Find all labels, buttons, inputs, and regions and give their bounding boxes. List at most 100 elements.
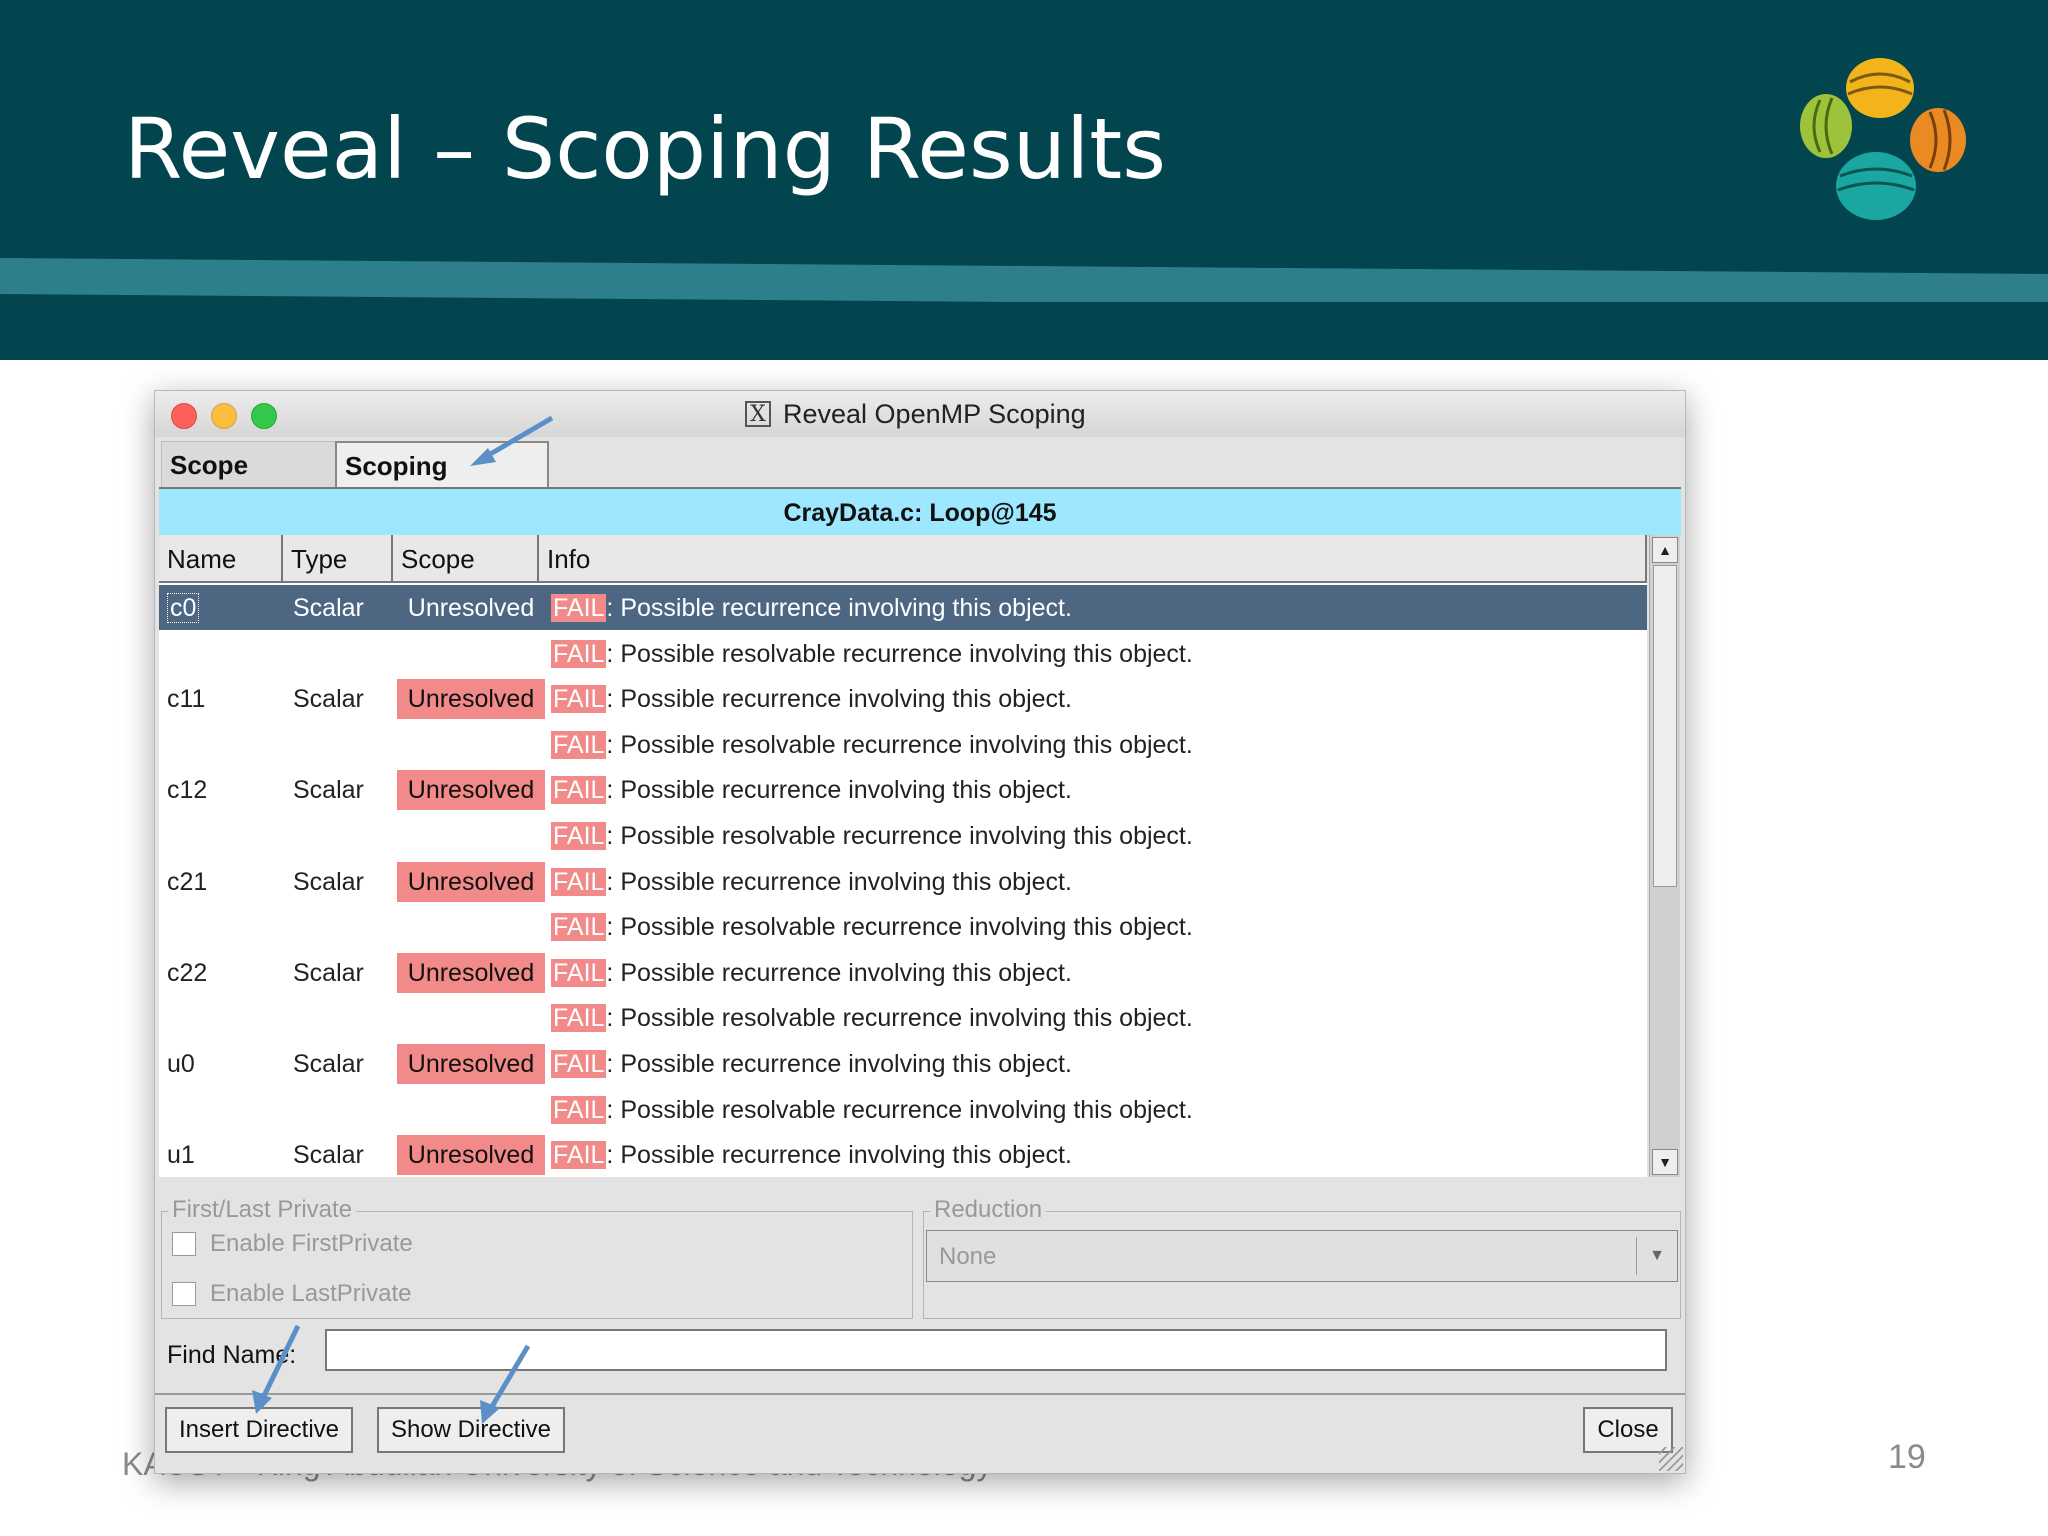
fail-badge: FAIL xyxy=(551,594,607,622)
scroll-down-icon[interactable]: ▼ xyxy=(1652,1149,1678,1175)
row-info: FAIL: Possible recurrence involving this… xyxy=(551,865,1072,899)
resize-grip-icon[interactable] xyxy=(1659,1447,1683,1471)
enable-firstprivate-row[interactable]: Enable FirstPrivate xyxy=(172,1230,413,1258)
page-number: 19 xyxy=(1888,1438,1926,1476)
row-scope-badge: Unresolved xyxy=(407,594,535,622)
row-name: u1 xyxy=(167,1138,195,1172)
tab-bar: Scope Loops Scoping Results xyxy=(155,437,1685,527)
table-row[interactable]: c11 Scalar Unresolved FAIL: Possible recurr… xyxy=(159,676,1647,721)
row-name: c21 xyxy=(167,865,207,899)
table-row[interactable]: FAIL: Possible resolvable recurrence inv… xyxy=(159,813,1647,858)
row-info-text: : Possible resolvable recurrence involvi… xyxy=(606,639,1193,668)
row-scope-badge xyxy=(397,728,545,762)
window-maximize-icon[interactable] xyxy=(251,403,277,429)
button-separator xyxy=(155,1393,1685,1395)
col-header-info[interactable]: Info xyxy=(539,535,1647,583)
row-info-text: : Possible recurrence involving this obj… xyxy=(606,776,1072,805)
row-info-text: : Possible recurrence involving this obj… xyxy=(606,594,1072,622)
col-header-scope[interactable]: Scope xyxy=(393,535,539,583)
fail-badge: FAIL xyxy=(551,1050,607,1078)
row-name-text: u1 xyxy=(167,1141,195,1170)
row-info: FAIL: Possible resolvable recurrence inv… xyxy=(551,637,1193,671)
table-row[interactable]: c0 Scalar Unresolved FAIL: Possible recurre… xyxy=(159,585,1647,630)
show-directive-button[interactable]: Show Directive xyxy=(377,1407,565,1453)
row-scope-badge xyxy=(397,819,545,853)
x11-icon: X xyxy=(745,401,771,427)
find-name-input[interactable] xyxy=(325,1329,1667,1371)
reduction-group: Reduction None ▼ xyxy=(923,1196,1681,1319)
fail-badge: FAIL xyxy=(551,1004,607,1033)
row-type: Scalar xyxy=(293,776,364,805)
row-info: FAIL: Possible recurrence involving this… xyxy=(551,682,1072,716)
row-scope-badge: Unresolved xyxy=(397,679,545,720)
row-name: c22 xyxy=(167,956,207,990)
row-scope-badge: Unresolved xyxy=(397,1044,545,1084)
results-table: Name Type Scope Info c0 Scalar Unresolved F… xyxy=(159,535,1647,1177)
tab-scope-loops[interactable]: Scope Loops xyxy=(161,441,335,526)
first-last-private-legend: First/Last Private xyxy=(168,1196,357,1224)
row-name-text: c11 xyxy=(167,685,206,714)
find-name-label: Find Name: xyxy=(167,1341,297,1369)
table-row[interactable]: FAIL: Possible resolvable recurrence inv… xyxy=(159,995,1647,1040)
slide-header: Reveal – Scoping Results xyxy=(0,0,2048,360)
scroll-up-icon[interactable]: ▲ xyxy=(1652,537,1678,563)
kaust-logo-icon xyxy=(1800,58,1966,220)
row-info: FAIL: Possible recurrence involving this… xyxy=(551,956,1072,990)
chevron-down-icon[interactable]: ▼ xyxy=(1636,1237,1677,1275)
col-header-type[interactable]: Type xyxy=(283,535,393,583)
table-row[interactable]: FAIL: Possible resolvable recurrence inv… xyxy=(159,904,1647,949)
table-row[interactable]: FAIL: Possible resolvable recurrence inv… xyxy=(159,722,1647,767)
fail-badge: FAIL xyxy=(551,822,607,850)
row-type: Scalar xyxy=(293,1141,364,1170)
row-info-text: : Possible resolvable recurrence involvi… xyxy=(606,913,1193,942)
col-header-name[interactable]: Name xyxy=(159,535,283,583)
row-scope-badge xyxy=(397,1001,545,1035)
row-name-text: c21 xyxy=(167,867,208,896)
vertical-scrollbar[interactable]: ▲ ▼ xyxy=(1649,535,1680,1177)
row-name-text: c22 xyxy=(167,958,208,987)
row-name: c12 xyxy=(167,773,207,807)
fail-badge: FAIL xyxy=(551,685,607,714)
row-name: u0 xyxy=(167,1047,195,1081)
row-name: c0 xyxy=(167,591,200,625)
table-row[interactable]: u0 Scalar Unresolved FAIL: Possible recurre… xyxy=(159,1041,1647,1086)
window-close-icon[interactable] xyxy=(171,403,197,429)
table-row[interactable]: u1 Scalar Unresolved FAIL: Possible recurre… xyxy=(159,1132,1647,1177)
enable-firstprivate-checkbox[interactable] xyxy=(172,1232,196,1256)
row-scope-badge: Unresolved xyxy=(397,1135,545,1176)
row-info: FAIL: Possible recurrence involving this… xyxy=(551,591,1072,625)
table-row[interactable]: FAIL: Possible resolvable recurrence inv… xyxy=(159,631,1647,676)
row-info: FAIL: Possible resolvable recurrence inv… xyxy=(551,819,1193,853)
fail-badge: FAIL xyxy=(551,1141,607,1170)
row-info: FAIL: Possible resolvable recurrence inv… xyxy=(551,1001,1193,1035)
row-info-text: : Possible resolvable recurrence involvi… xyxy=(606,822,1193,850)
tab-scoping-results[interactable]: Scoping Results xyxy=(335,441,549,527)
row-type: Scalar xyxy=(293,685,364,714)
enable-lastprivate-row[interactable]: Enable LastPrivate xyxy=(172,1280,411,1308)
table-row[interactable]: c21 Scalar Unresolved FAIL: Possible recurr… xyxy=(159,859,1647,904)
row-scope-badge xyxy=(397,1093,545,1127)
row-info: FAIL: Possible resolvable recurrence inv… xyxy=(551,728,1193,762)
row-type: Scalar xyxy=(293,867,364,896)
loop-header: CrayData.c: Loop@145 xyxy=(159,487,1681,537)
enable-lastprivate-checkbox[interactable] xyxy=(172,1282,196,1306)
fail-badge: FAIL xyxy=(551,958,607,987)
row-info-text: : Possible resolvable recurrence involvi… xyxy=(606,730,1193,759)
row-info: FAIL: Possible resolvable recurrence inv… xyxy=(551,910,1193,944)
row-info-text: : Possible recurrence involving this obj… xyxy=(606,685,1072,714)
fail-badge: FAIL xyxy=(551,776,607,805)
window-titlebar[interactable]: X Reveal OpenMP Scoping xyxy=(155,391,1685,438)
insert-directive-button[interactable]: Insert Directive xyxy=(165,1407,353,1453)
row-name-text: u0 xyxy=(167,1050,195,1078)
row-info: FAIL: Possible recurrence involving this… xyxy=(551,1138,1072,1172)
scroll-thumb[interactable] xyxy=(1653,565,1677,887)
window-minimize-icon[interactable] xyxy=(211,403,237,429)
table-row[interactable]: c12 Scalar Unresolved FAIL: Possible recurr… xyxy=(159,767,1647,812)
table-row[interactable]: FAIL: Possible resolvable recurrence inv… xyxy=(159,1087,1647,1132)
reduction-select[interactable]: None ▼ xyxy=(926,1230,1678,1282)
fail-badge: FAIL xyxy=(551,1095,607,1124)
row-info-text: : Possible resolvable recurrence involvi… xyxy=(606,1095,1193,1124)
header-band xyxy=(0,302,2048,354)
table-row[interactable]: c22 Scalar Unresolved FAIL: Possible recurr… xyxy=(159,950,1647,995)
window-title: Reveal OpenMP Scoping xyxy=(783,398,1086,429)
